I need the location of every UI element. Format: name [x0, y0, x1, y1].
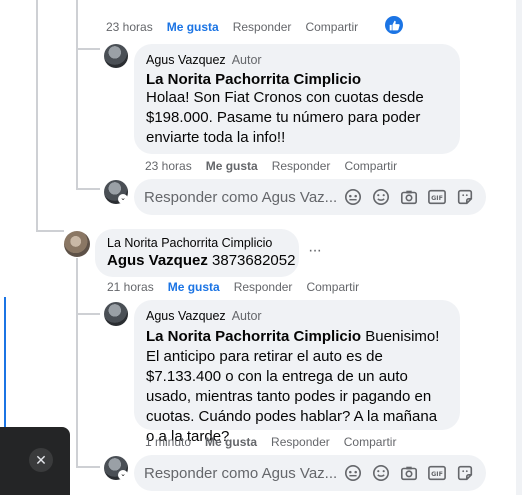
comment-text: Buenisimo! El anticipo para retirar el a… — [146, 328, 440, 445]
comment-bubble: Agus Vazquez Autor La Norita Pachorrita C… — [134, 300, 460, 445]
top-comment-actions: 23 horas Me gusta Responder Compartir — [106, 20, 372, 34]
avatar-sticker-icon[interactable] — [342, 462, 364, 484]
reply-placeholder[interactable]: Responder como Agus Vaz... — [144, 465, 336, 482]
reply-button[interactable]: Responder — [233, 20, 292, 34]
comment-actions: 23 horas Me gusta Responder Compartir — [145, 159, 411, 173]
reply-input[interactable]: Responder como Agus Vaz... GIF — [134, 179, 486, 215]
camera-icon[interactable] — [398, 462, 420, 484]
gif-icon[interactable]: GIF — [426, 186, 448, 208]
author-name[interactable]: Agus Vazquez — [146, 309, 226, 323]
avatar-sticker-icon[interactable] — [342, 186, 364, 208]
svg-text:GIF: GIF — [431, 471, 443, 478]
comment-text: Holaa! Son Fiat Cronos con cuotas desde … — [146, 89, 424, 146]
share-button[interactable]: Compartir — [306, 280, 359, 294]
mention-link[interactable]: La Norita Pachorrita Cimplicio — [146, 328, 361, 345]
scrollbar-track[interactable] — [516, 0, 522, 495]
selection-marker — [4, 297, 6, 427]
chevron-down-icon[interactable]: ⌄ — [118, 470, 128, 480]
comment-time[interactable]: 23 horas — [106, 20, 153, 34]
comment-actions: 1 minuto Me gusta Responder Compartir — [145, 435, 410, 449]
thread-line — [76, 0, 78, 190]
like-button[interactable]: Me gusta — [167, 20, 219, 34]
share-button[interactable]: Compartir — [305, 20, 358, 34]
share-button[interactable]: Compartir — [344, 159, 397, 173]
like-button[interactable]: Me gusta — [206, 159, 258, 173]
reply-input[interactable]: Responder como Agus Vaz... GIF — [134, 455, 486, 491]
mention-link[interactable]: La Norita Pachorrita Cimplicio — [146, 71, 448, 88]
comment-bubble: Agus Vazquez Autor La Norita Pachorrita C… — [134, 44, 460, 154]
thread-line — [76, 313, 100, 315]
comment-time[interactable]: 21 horas — [107, 280, 154, 294]
comment-time[interactable]: 23 horas — [145, 159, 192, 173]
emoji-icon[interactable] — [370, 186, 392, 208]
emoji-icon[interactable] — [370, 462, 392, 484]
share-button[interactable]: Compartir — [344, 435, 397, 449]
more-options-icon[interactable]: ··· — [308, 242, 322, 260]
thread-line — [76, 48, 100, 50]
sticker-icon[interactable] — [454, 186, 476, 208]
mention-link[interactable]: Agus Vazquez — [107, 252, 208, 269]
thread-line — [36, 230, 64, 232]
comment-text: 3873682052 — [212, 252, 296, 269]
thread-line — [76, 258, 78, 468]
thread-line — [76, 188, 100, 190]
reply-button[interactable]: Responder — [234, 280, 293, 294]
svg-text:GIF: GIF — [431, 195, 443, 202]
chevron-down-icon[interactable]: ⌄ — [118, 194, 128, 204]
comment-time[interactable]: 1 minuto — [145, 435, 191, 449]
thread-line — [36, 0, 38, 232]
avatar[interactable] — [64, 231, 90, 257]
like-reaction-icon[interactable] — [385, 16, 403, 34]
like-button[interactable]: Me gusta — [168, 280, 220, 294]
like-button[interactable]: Me gusta — [205, 435, 257, 449]
author-name[interactable]: Agus Vazquez — [146, 53, 226, 67]
author-badge: Autor — [231, 309, 262, 323]
author-badge: Autor — [231, 53, 262, 67]
close-icon[interactable]: ✕ — [29, 448, 53, 472]
reply-button[interactable]: Responder — [271, 435, 330, 449]
comment-actions: 21 horas Me gusta Responder Compartir — [107, 280, 373, 294]
reply-placeholder[interactable]: Responder como Agus Vaz... — [144, 189, 336, 206]
gif-icon[interactable]: GIF — [426, 462, 448, 484]
camera-icon[interactable] — [398, 186, 420, 208]
avatar[interactable] — [104, 302, 128, 326]
thread-line — [76, 466, 100, 468]
reply-button[interactable]: Responder — [272, 159, 331, 173]
avatar[interactable] — [104, 44, 128, 68]
comment-bubble: La Norita Pachorrita Cimplicio Agus Vazq… — [95, 229, 299, 277]
author-name[interactable]: La Norita Pachorrita Cimplicio — [107, 236, 272, 250]
sticker-icon[interactable] — [454, 462, 476, 484]
